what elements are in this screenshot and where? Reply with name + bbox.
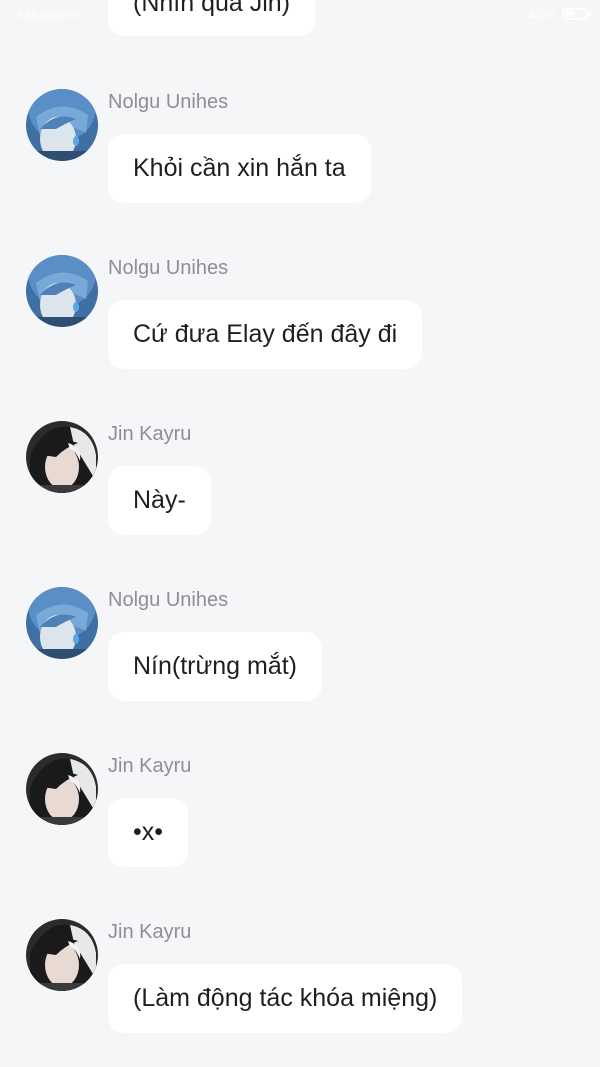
black-white-hair-avatar-icon [26,753,98,825]
battery-icon [562,8,591,20]
sender-name: Nolgu Unihes [108,91,229,113]
sender-name: Nolgu Unihes [108,257,229,279]
status-indicators: 48% [527,6,591,22]
sender-name: Jin Kayru [108,921,192,943]
sender-avatar[interactable] [26,587,98,659]
battery-fill [565,11,575,17]
sender-avatar[interactable] [26,753,98,825]
sender-avatar[interactable] [26,421,98,493]
message-bubble: Cứ đưa Elay đến đây đi [108,300,423,369]
message-bubble: Khỏi cần xin hắn ta [108,134,371,203]
sender-name: Nolgu Unihes [108,589,229,611]
message-bubble: (Làm động tác khóa miệng) [108,964,463,1033]
sender-name: Jin Kayru [108,423,192,445]
message-bubble: Này- [108,466,211,535]
blue-hair-avatar-icon [26,89,98,161]
sender-avatar[interactable] [26,89,98,161]
battery-percent: 48% [527,6,556,22]
blue-hair-avatar-icon [26,255,98,327]
blue-hair-avatar-icon [26,587,98,659]
message-bubble: Nín(trừng mắt) [108,632,322,701]
black-white-hair-avatar-icon [26,421,98,493]
sender-name: Jin Kayru [108,755,192,777]
carrier-label: ..ıl Mobifone [8,7,79,22]
black-white-hair-avatar-icon [26,919,98,991]
message-bubble: •x• [108,798,189,867]
sender-avatar[interactable] [26,255,98,327]
status-bar: ..ıl Mobifone 48% [0,0,600,32]
sender-avatar[interactable] [26,919,98,991]
